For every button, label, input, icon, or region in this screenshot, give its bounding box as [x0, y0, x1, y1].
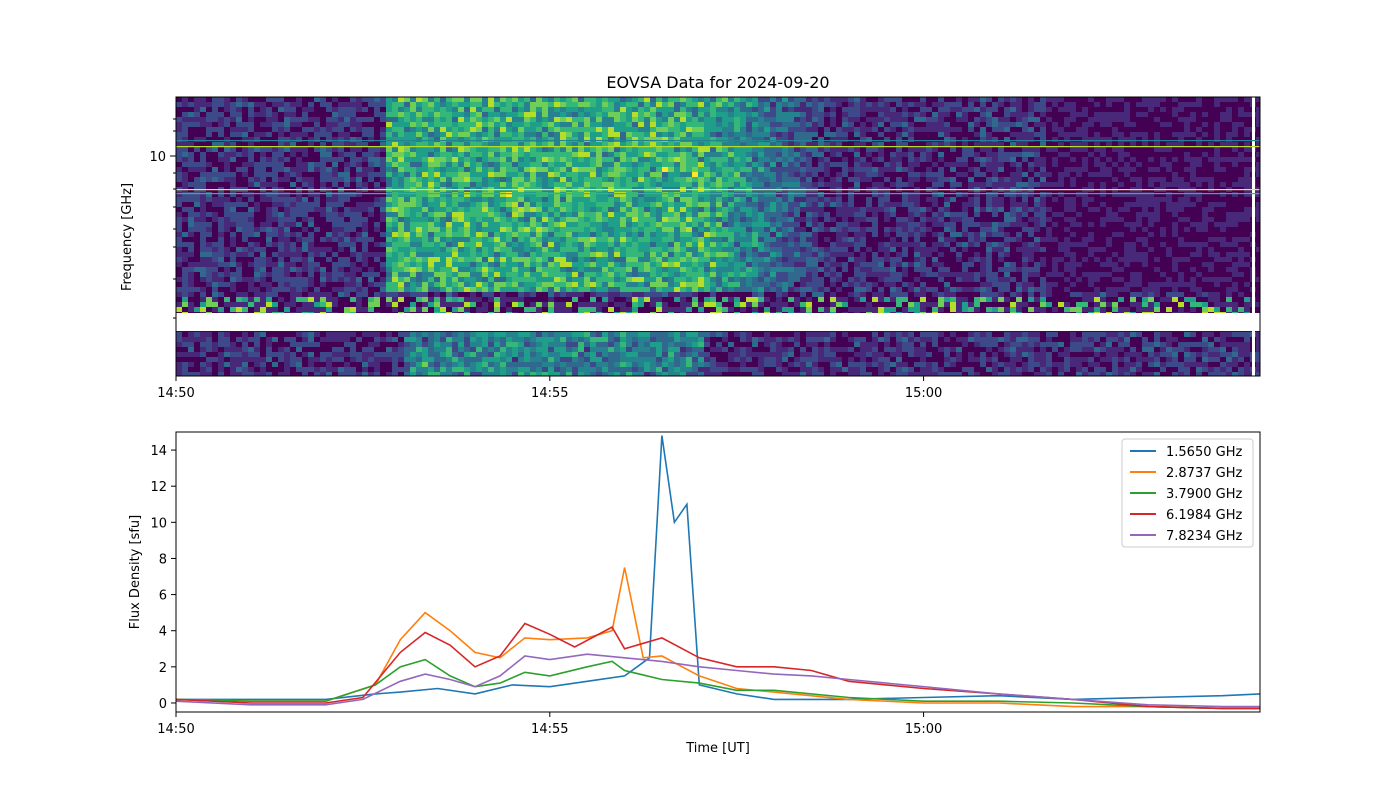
- series-line-3: [176, 622, 1260, 710]
- lightcurve-x-tick-label: 14:55: [531, 722, 568, 737]
- spectrogram-y-ticks: 10: [149, 118, 176, 319]
- legend-label-1: 2.8737 GHz: [1166, 466, 1242, 481]
- lightcurve-y-tick-label: 14: [150, 444, 167, 459]
- lightcurve-x-tick-label: 14:50: [157, 722, 194, 737]
- lightcurve-series: [176, 435, 1260, 710]
- spectrogram-x-tick-label: 14:50: [157, 386, 194, 401]
- lightcurve-y-tick-label: 4: [159, 625, 167, 640]
- legend-label-3: 6.1984 GHz: [1166, 508, 1242, 523]
- lightcurve-y-tick-label: 0: [159, 697, 167, 712]
- figure: EOVSA Data for 2024-09-20 10 14:50 14:55 1…: [120, 73, 1261, 756]
- lightcurve-y-ticks: 0 2 4 6 8 10 12 14: [150, 444, 176, 712]
- lightcurve-y-tick-label: 2: [159, 661, 167, 676]
- lightcurve-y-tick-label: 8: [159, 552, 167, 567]
- lightcurve-y-tick-label: 6: [159, 589, 167, 604]
- spectrogram-y-tick-label: 10: [149, 150, 166, 165]
- lightcurve-y-tick-label: 10: [150, 516, 167, 531]
- lightcurve-x-axis-label: Time [UT]: [685, 741, 750, 756]
- lightcurve-x-tick-label: 15:00: [905, 722, 942, 737]
- lightcurve-y-axis-label: Flux Density [sfu]: [128, 515, 143, 629]
- lightcurve-x-ticks: 14:50 14:55 15:00: [157, 712, 942, 737]
- legend-label-0: 1.5650 GHz: [1166, 445, 1242, 460]
- spectrogram-x-tick-label: 15:00: [905, 386, 942, 401]
- spectrogram-title: EOVSA Data for 2024-09-20: [606, 73, 829, 92]
- legend-label-2: 3.7900 GHz: [1166, 487, 1242, 502]
- spectrogram-x-tick-label: 14:55: [531, 386, 568, 401]
- spectrogram-y-axis-label: Frequency [GHz]: [120, 183, 135, 291]
- spectrogram-image: [176, 97, 1260, 376]
- legend-label-4: 7.8234 GHz: [1166, 529, 1242, 544]
- lightcurve-y-tick-label: 12: [150, 480, 167, 495]
- spectrogram-x-ticks: 14:50 14:55 15:00: [157, 376, 942, 401]
- legend: 1.5650 GHz 2.8737 GHz 3.7900 GHz 6.1984 GHz…: [1121, 438, 1254, 548]
- lightcurve-frame: [175, 431, 1261, 713]
- series-line-0: [176, 435, 1260, 701]
